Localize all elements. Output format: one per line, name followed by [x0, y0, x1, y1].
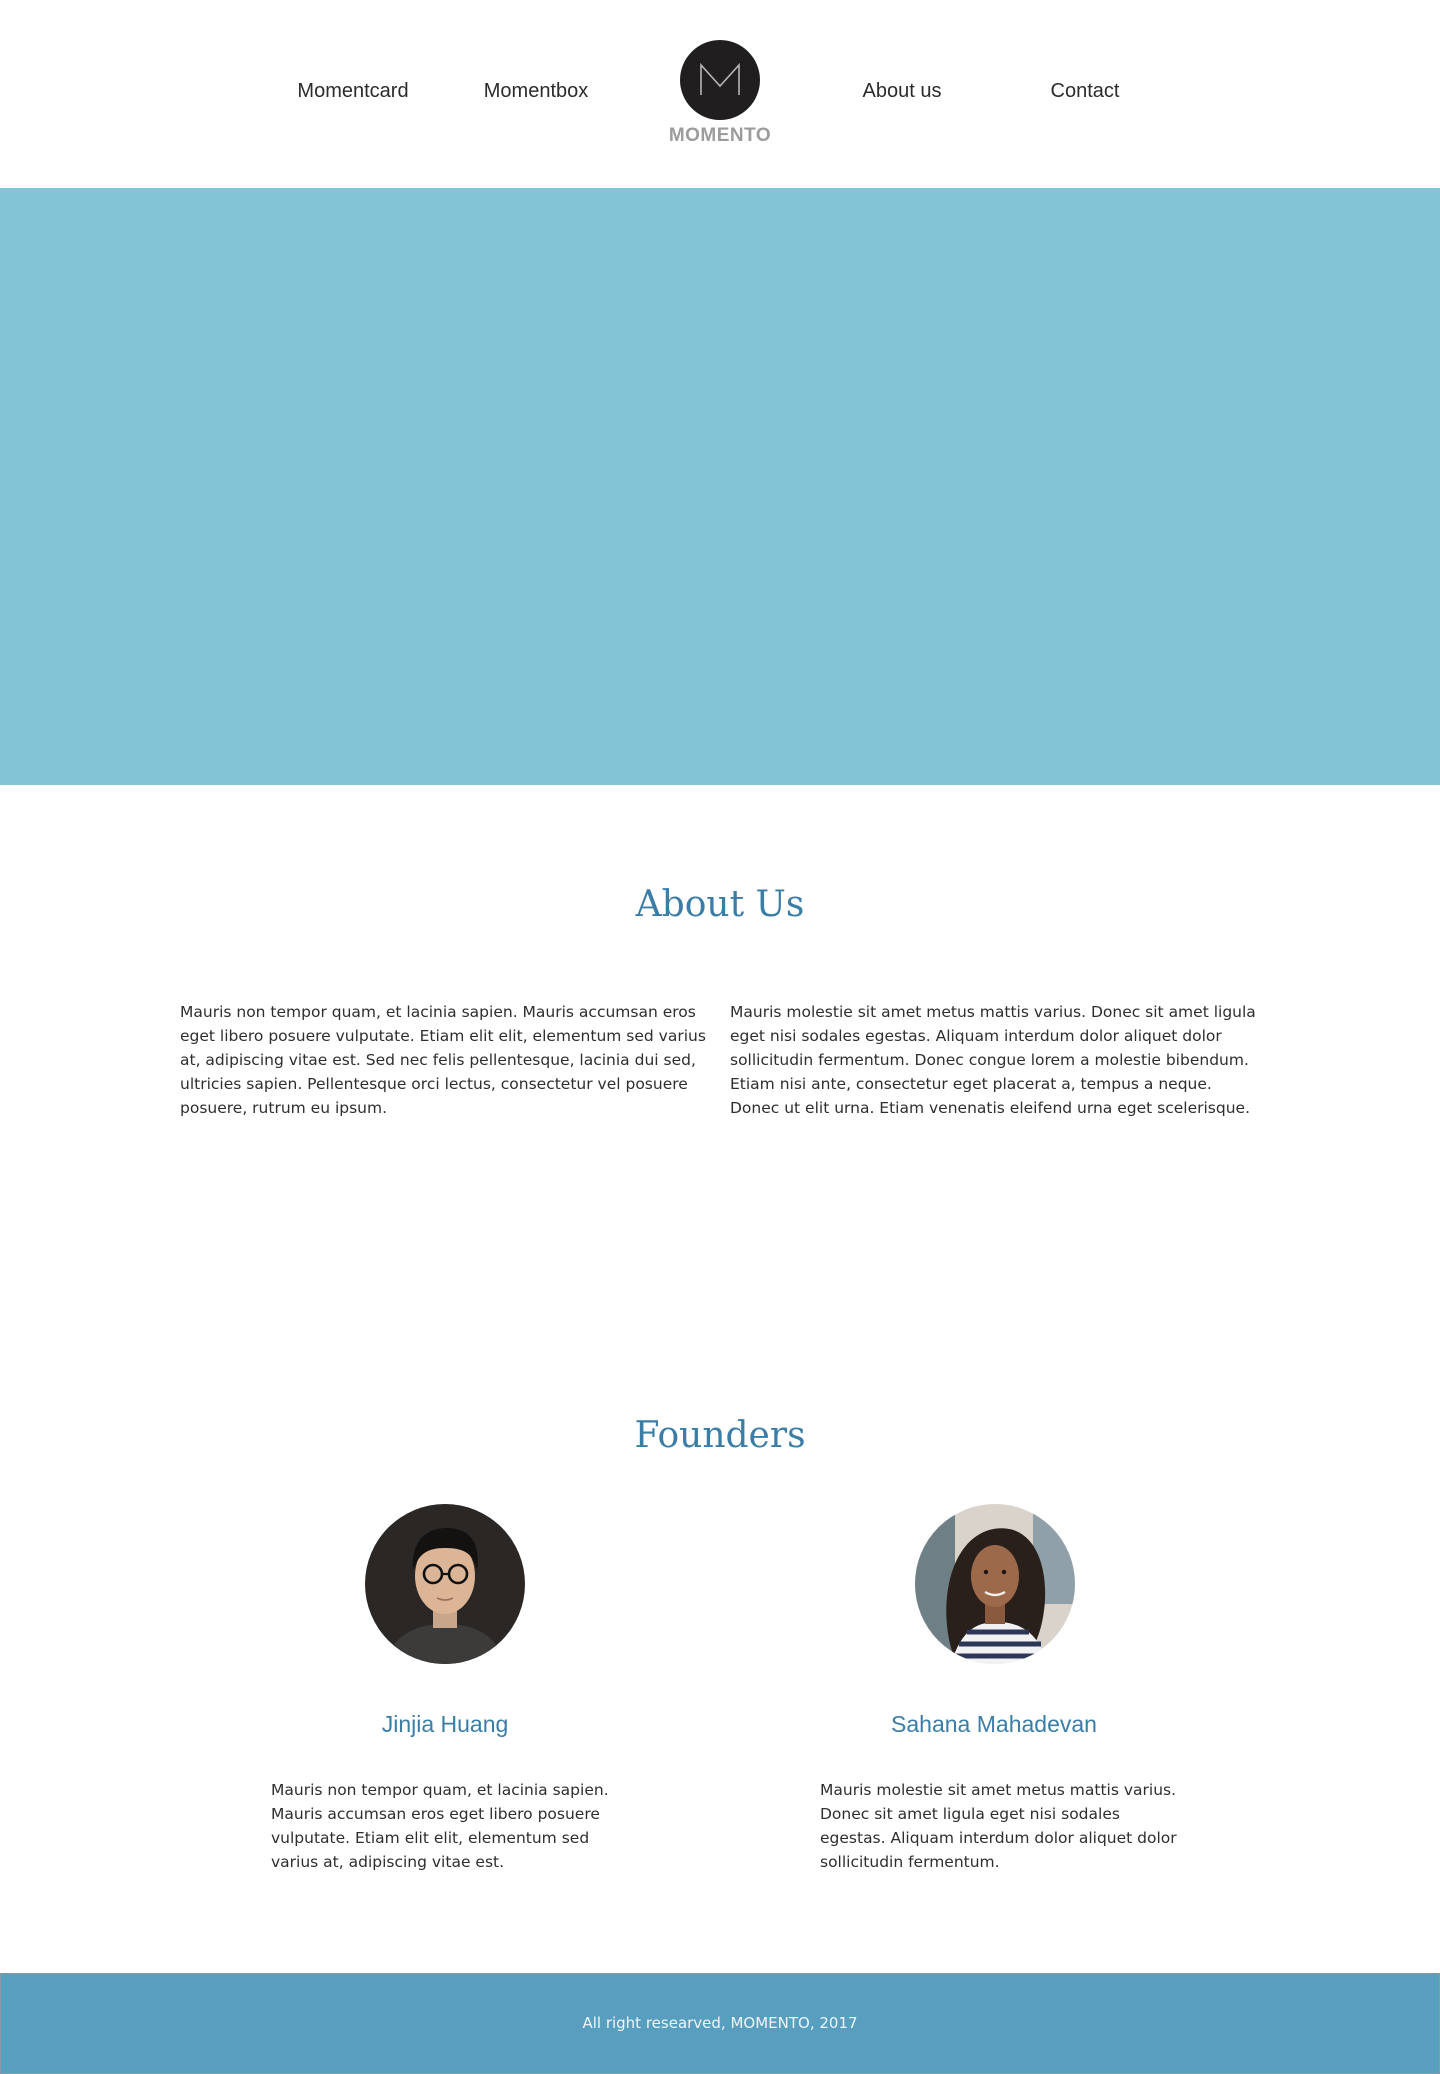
about-paragraph-left: Mauris non tempor quam, et lacinia sapie… — [180, 1003, 706, 1117]
founder-bio-jinjia: Mauris non tempor quam, et lacinia sapie… — [271, 1781, 609, 1871]
momento-logo[interactable] — [680, 40, 760, 120]
site-footer: All right researved, MOMENTO, 2017 — [0, 1973, 1440, 2074]
nav-link-momentcard[interactable]: Momentcard — [297, 80, 408, 103]
logo-wordmark: MOMENTO — [668, 125, 772, 146]
hero-banner — [0, 188, 1440, 785]
about-title: About Us — [635, 884, 805, 925]
nav-link-momentbox[interactable]: Momentbox — [484, 80, 589, 103]
founder-name-jinjia: Jinjia Huang — [381, 1711, 509, 1737]
founder-avatar-jinjia — [365, 1504, 525, 1664]
nav-link-about-us[interactable]: About us — [863, 80, 942, 103]
site-header: Momentcard Momentbox MOMENTO About us Co… — [0, 0, 1440, 188]
m-logo-icon — [700, 62, 740, 95]
footer-copyright: All right researved, MOMENTO, 2017 — [582, 2014, 858, 2032]
about-paragraph-right: Mauris molestie sit amet metus mattis va… — [730, 1003, 1256, 1117]
founder-bio-sahana: Mauris molestie sit amet metus mattis va… — [820, 1781, 1177, 1871]
founder-name-sahana: Sahana Mahadevan — [891, 1711, 1097, 1737]
nav-link-contact[interactable]: Contact — [1051, 80, 1120, 103]
founders-title: Founders — [634, 1415, 806, 1456]
founder-avatar-sahana — [915, 1504, 1075, 1664]
